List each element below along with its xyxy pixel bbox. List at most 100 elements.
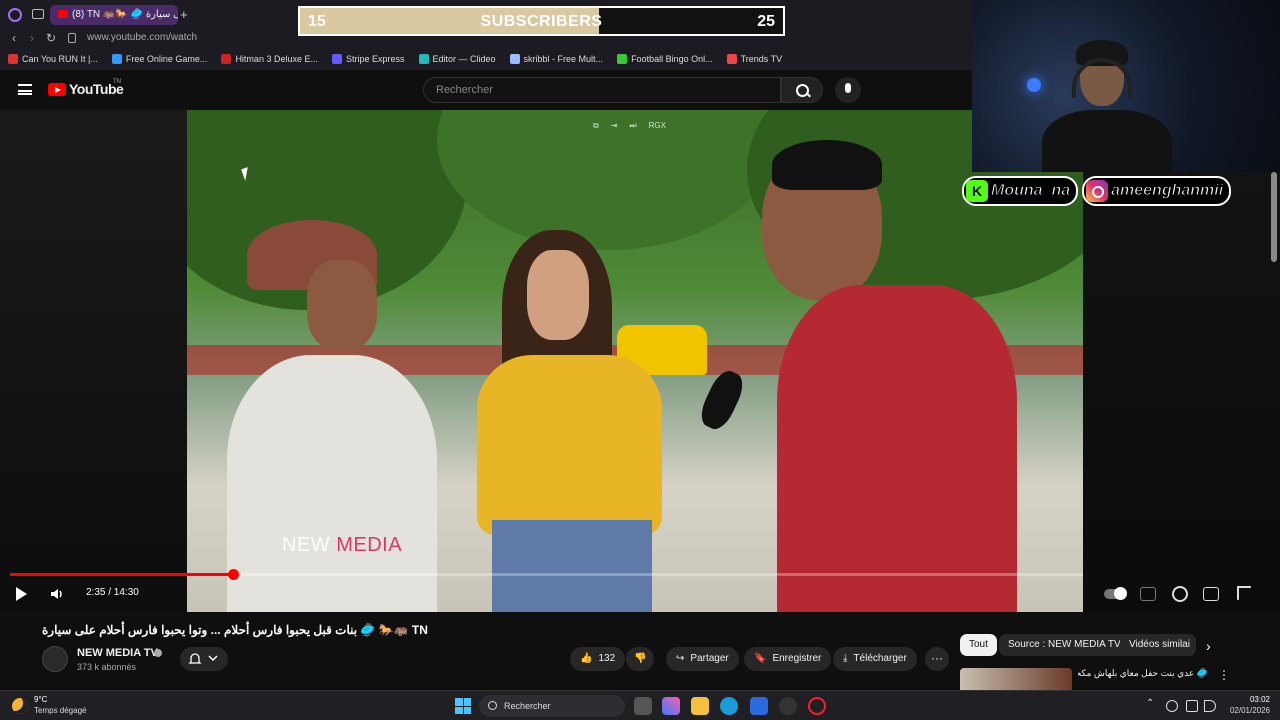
chip-similar[interactable]: Vidéos similai bbox=[1120, 634, 1196, 656]
recommended-title[interactable]: 🥏 عدي بنت حفل معاي بلهاش مكحمش bbox=[1078, 668, 1208, 679]
menu-icon[interactable] bbox=[18, 84, 32, 95]
chip-source[interactable]: Source : NEW MEDIA TV bbox=[999, 634, 1130, 656]
video-frame[interactable]: NEW MEDIA ⧉ ⇥ ⏭ RGX bbox=[187, 110, 1083, 612]
opera-menu-icon[interactable] bbox=[8, 8, 22, 22]
clock-date[interactable]: 02/01/2026 bbox=[1226, 706, 1270, 715]
store-icon[interactable] bbox=[750, 697, 768, 715]
windows-start-icon[interactable] bbox=[455, 698, 471, 714]
recommended-more-icon[interactable]: ⋮ bbox=[1218, 668, 1230, 682]
forward-icon[interactable]: › bbox=[30, 31, 34, 45]
chevron-right-icon[interactable]: › bbox=[1206, 638, 1211, 654]
share-button[interactable]: ↪ Partager bbox=[666, 647, 739, 671]
bookmark-label: Stripe Express bbox=[345, 54, 405, 64]
tab-title: (8) TN 🦛🐎 🥏 على سيارة bbox=[72, 9, 178, 20]
task-view-icon[interactable] bbox=[634, 697, 652, 715]
clock-time[interactable]: 03:02 bbox=[1246, 695, 1270, 704]
bookmark-favicon-icon bbox=[111, 54, 122, 64]
channel-name[interactable]: NEW MEDIA TV bbox=[77, 647, 158, 659]
play-icon[interactable] bbox=[16, 587, 27, 601]
bookmark-favicon-icon bbox=[331, 54, 342, 64]
bookmark-label: skribbl - Free Mult... bbox=[523, 54, 604, 64]
video-title: بنات قبل يحبوا فارس أحلام ... وتوا يحبوا… bbox=[42, 623, 428, 637]
exit-icon[interactable]: ⇥ bbox=[611, 121, 618, 131]
reload-icon[interactable]: ↻ bbox=[46, 31, 56, 45]
back-icon[interactable]: ‹ bbox=[12, 31, 16, 45]
opera-gx-icon[interactable] bbox=[808, 697, 826, 715]
chip-all[interactable]: Tout bbox=[960, 634, 997, 656]
bookmark-favicon-icon bbox=[726, 54, 737, 64]
bell-icon bbox=[188, 653, 202, 664]
bookmark-label: Hitman 3 Deluxe E... bbox=[235, 54, 318, 64]
bookmark-item[interactable]: skribbl - Free Mult... bbox=[509, 54, 604, 64]
copilot-icon[interactable] bbox=[662, 697, 680, 715]
kick-handle: K Mouna_na bbox=[962, 176, 1079, 206]
bookmark-label: Trends TV bbox=[740, 54, 783, 64]
settings-gear-icon[interactable] bbox=[1172, 586, 1188, 602]
bookmark-item[interactable]: Can You RUN It |... bbox=[8, 54, 98, 64]
pip-icon[interactable]: ⧉ bbox=[593, 121, 599, 131]
dislike-button[interactable]: 👎 bbox=[626, 647, 655, 671]
bookmark-label: Football Bingo Onl... bbox=[631, 54, 713, 64]
download-button[interactable]: ⤓ Télécharger bbox=[833, 647, 917, 671]
bookmark-item[interactable]: Stripe Express bbox=[331, 54, 405, 64]
volume-icon[interactable] bbox=[50, 587, 64, 601]
url-field[interactable]: www.youtube.com/watch bbox=[87, 32, 197, 43]
watermark-new: NEW bbox=[282, 534, 337, 556]
like-button[interactable]: 👍 132 bbox=[570, 647, 626, 671]
youtube-favicon-icon bbox=[58, 10, 68, 19]
player-letterbox-left bbox=[0, 110, 187, 612]
skip-icon[interactable]: ⏭ bbox=[629, 121, 636, 131]
taskbar-search[interactable]: Rechercher bbox=[479, 695, 625, 717]
person-woman-face bbox=[527, 250, 589, 340]
bookmark-item[interactable]: Football Bingo Onl... bbox=[617, 54, 713, 64]
progress-fill bbox=[10, 573, 234, 576]
person-right-hair bbox=[772, 140, 882, 190]
network-icon[interactable] bbox=[1186, 700, 1198, 712]
bookmark-favicon-icon bbox=[509, 54, 520, 64]
tab-overview-icon[interactable] bbox=[32, 9, 44, 19]
edge-icon[interactable] bbox=[720, 697, 738, 715]
file-explorer-icon[interactable] bbox=[691, 697, 709, 715]
video-info: بنات قبل يحبوا فارس أحلام ... وتوا يحبوا… bbox=[0, 612, 1280, 690]
microphone-tray-icon[interactable] bbox=[1166, 700, 1178, 712]
app-icon[interactable] bbox=[779, 697, 797, 715]
autoplay-toggle[interactable] bbox=[1104, 587, 1127, 600]
microphone-icon[interactable] bbox=[835, 77, 861, 103]
weather-moon-icon[interactable] bbox=[12, 698, 28, 714]
bookmark-item[interactable]: Trends TV bbox=[726, 54, 783, 64]
bookmark-item[interactable]: Free Online Game... bbox=[111, 54, 207, 64]
bookmark-item[interactable]: Editor — Clideo bbox=[418, 54, 496, 64]
download-icon: ⤓ bbox=[843, 653, 848, 664]
social-handles: K Mouna_na ameenghanmii bbox=[962, 175, 1232, 207]
notification-bell-button[interactable] bbox=[180, 647, 228, 671]
microphone bbox=[695, 366, 749, 434]
page-scrollbar[interactable] bbox=[1271, 172, 1277, 262]
speaker-icon[interactable] bbox=[1204, 700, 1216, 712]
youtube-logo-icon[interactable] bbox=[48, 83, 66, 96]
fullscreen-icon[interactable] bbox=[1237, 586, 1251, 600]
progress-scrubber[interactable] bbox=[228, 569, 240, 580]
tree-canopy bbox=[437, 110, 777, 250]
recommended-thumbnail[interactable] bbox=[960, 668, 1072, 690]
bookmark-label: Can You RUN It |... bbox=[22, 54, 98, 64]
search-icon[interactable] bbox=[781, 77, 823, 103]
new-tab-button[interactable]: + bbox=[180, 7, 188, 22]
bookmark-favicon-icon bbox=[418, 54, 429, 64]
subscriber-goal-overlay: 15 SUBSCRIBERS 25 bbox=[298, 6, 785, 36]
more-actions-button[interactable]: ··· bbox=[925, 647, 949, 671]
weather-temperature: 9°C bbox=[34, 695, 48, 704]
share-label: Partager bbox=[690, 653, 729, 664]
subtitles-icon[interactable] bbox=[1140, 587, 1156, 601]
theater-mode-icon[interactable] bbox=[1203, 587, 1219, 601]
save-button[interactable]: 🔖 Enregistrer bbox=[744, 647, 832, 671]
progress-bar[interactable] bbox=[10, 569, 1083, 580]
bookmark-label: Editor — Clideo bbox=[432, 54, 496, 64]
bookmark-item[interactable]: Hitman 3 Deluxe E... bbox=[221, 54, 318, 64]
tab-youtube[interactable]: (8) TN 🦛🐎 🥏 على سيارة bbox=[50, 5, 178, 25]
search-input[interactable]: Rechercher bbox=[423, 77, 781, 103]
like-icon: 👍 bbox=[580, 653, 593, 664]
tray-overflow-icon[interactable]: ⌃ bbox=[1146, 698, 1154, 709]
channel-avatar[interactable] bbox=[42, 646, 68, 672]
webcam-light bbox=[1027, 78, 1041, 92]
chevron-down-icon bbox=[208, 655, 218, 662]
